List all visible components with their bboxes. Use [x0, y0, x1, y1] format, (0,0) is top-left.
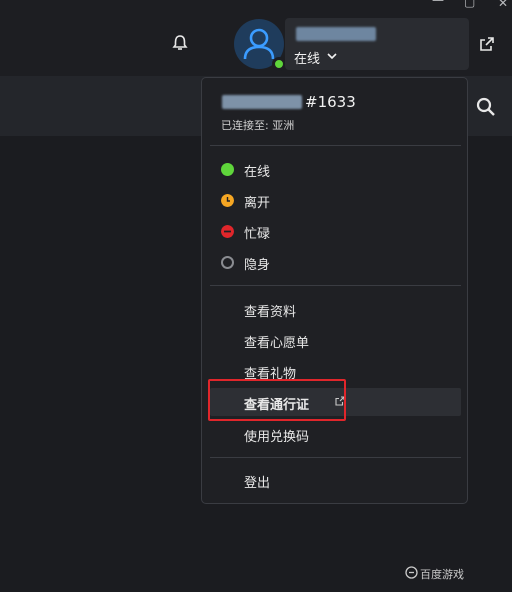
- maximize-icon[interactable]: ▢: [464, 0, 475, 8]
- menu-username-redacted: [222, 95, 302, 109]
- search-icon[interactable]: [474, 95, 498, 119]
- menu-item-logout[interactable]: 登出: [202, 466, 467, 494]
- divider: [210, 145, 461, 146]
- divider: [210, 457, 461, 458]
- status-online[interactable]: 在线: [202, 157, 467, 183]
- avatar[interactable]: [234, 19, 286, 71]
- invisible-dot-icon: [221, 256, 234, 269]
- annotation-highlight-box: [208, 379, 346, 421]
- online-status-dot: [272, 57, 286, 71]
- user-status-label: 在线: [294, 52, 321, 67]
- menu-item-view-profile[interactable]: 查看资料: [202, 295, 467, 323]
- chevron-down-icon: [327, 53, 337, 59]
- divider: [210, 285, 461, 286]
- user-tag: #1633: [305, 93, 356, 111]
- watermark-logo-icon: [405, 566, 418, 579]
- bell-icon[interactable]: [171, 34, 189, 52]
- status-busy[interactable]: 忙碌: [202, 219, 467, 245]
- status-away[interactable]: 离开: [202, 188, 467, 214]
- user-dropdown-menu: #1633 已连接至: 亚洲 在线 离开 忙碌 隐身 查看资料 查看心愿单 查看…: [201, 77, 468, 504]
- do-not-disturb-icon: [221, 225, 234, 238]
- minimize-icon[interactable]: —: [432, 0, 444, 6]
- clock-icon: [221, 194, 234, 207]
- close-icon[interactable]: ✕: [498, 0, 508, 9]
- menu-item-redeem-code[interactable]: 使用兑换码: [202, 420, 467, 448]
- user-status-button[interactable]: 在线: [285, 18, 469, 70]
- username-redacted: [296, 27, 376, 41]
- menu-item-view-wishlist[interactable]: 查看心愿单: [202, 326, 467, 354]
- status-invisible[interactable]: 隐身: [202, 250, 467, 276]
- external-link-icon[interactable]: [478, 35, 496, 53]
- region-label: 已连接至: 亚洲: [221, 119, 295, 132]
- online-dot-icon: [221, 163, 234, 176]
- watermark-text: 百度游戏: [420, 568, 464, 581]
